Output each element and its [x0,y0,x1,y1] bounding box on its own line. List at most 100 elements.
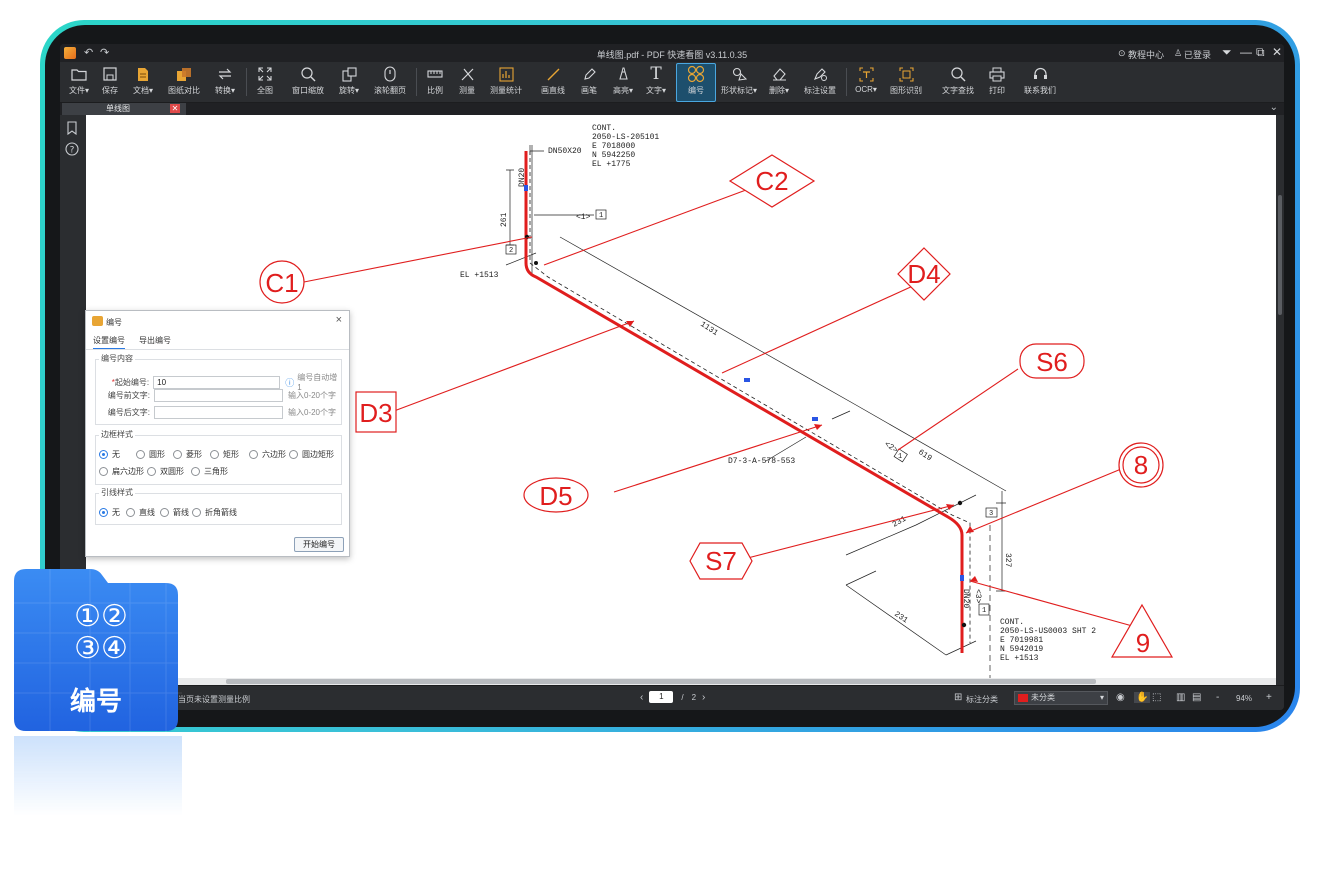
horizontal-scroll-thumb[interactable] [226,679,1096,684]
status-bar: 当页未设置测量比例 ‹ 1 / 2 › ⊞ 标注分类 未分类 ▾ ◉ ✋ ⬚ ▥… [60,685,1284,710]
callout-s6[interactable]: S6 [1019,343,1085,379]
callout-c1[interactable]: C1 [259,260,305,304]
help-center-icon[interactable]: ⊙ [1118,48,1126,59]
maximize-icon[interactable]: ⧉ [1256,45,1265,60]
tool-print[interactable]: 打印 [984,64,1010,100]
close-window-icon[interactable]: ✕ [1272,45,1282,59]
radio-border-flat-hexagon[interactable]: 扁六边形 [99,466,144,477]
dim-1131: 1131 [698,320,719,338]
tool-text-search[interactable]: 文字查找 [938,64,978,100]
start-number-input[interactable]: 10 [153,375,281,389]
tool-shape-mark[interactable]: 形状标记▾ [718,64,760,100]
tool-ocr[interactable]: OCR▾ [852,64,880,100]
tool-shape-recognition[interactable]: 图形识别 [886,64,926,100]
dialog-close-icon[interactable]: × [336,314,342,326]
tab-close-icon[interactable]: ✕ [170,104,180,113]
tool-rotate[interactable]: 旋转▾ [334,64,364,100]
zoom-out-button[interactable]: - [1216,692,1219,703]
svg-text:S6: S6 [1036,347,1068,377]
vertical-scroll-thumb[interactable] [1278,195,1282,315]
tool-text[interactable]: T 文字▾ [642,64,670,100]
tool-measure-stats[interactable]: 测量统计 [486,64,526,100]
prefix-label: 编号前文字: [107,391,150,400]
dialog-header: 编号 × [86,311,349,331]
callout-s7[interactable]: S7 [689,542,753,580]
category-select[interactable]: 未分类 ▾ [1014,691,1108,705]
badge-number-3: ③ [74,631,101,666]
text-icon: T [650,64,662,84]
toolbar-separator [416,68,417,96]
radio-border-rectangle[interactable]: 矩形 [210,449,239,460]
tab-set-numbering[interactable]: 设置编号 [93,334,125,350]
ref-3: <3> [973,589,982,604]
login-status[interactable]: 已登录 [1184,48,1211,61]
bookmark-icon[interactable] [66,121,78,135]
numbering-dialog: 编号 × 设置编号 导出编号 编号内容 *起始编号: 10 ⓘ 编号自动增1 编… [85,310,350,557]
label-el-1513: EL +1513 [460,271,499,280]
tool-file[interactable]: 文件▾ [64,64,94,100]
badge-number-1: ① [74,599,101,634]
callout-d4[interactable]: D4 [897,247,951,301]
prefix-input[interactable] [154,389,283,402]
dialog-title: 编号 [106,318,122,327]
toolbar-separator [246,68,247,96]
callout-8[interactable]: 8 [1118,442,1164,488]
radio-border-circle[interactable]: 圆形 [136,449,165,460]
minimize-icon[interactable]: — [1240,45,1252,59]
tool-pen[interactable]: 画笔 [576,64,602,100]
tool-compare[interactable]: 图纸对比 [164,64,204,100]
tool-measure[interactable]: 测量 [454,64,480,100]
callout-d3[interactable]: D3 [355,391,397,433]
select-tool-icon[interactable]: ⬚ [1152,692,1161,703]
single-page-icon[interactable]: ▥ [1176,692,1185,703]
tool-save[interactable]: 保存 [96,64,124,100]
radio-border-triangle[interactable]: 三角形 [191,466,228,477]
tool-markup-settings[interactable]: 标注设置 [800,64,840,100]
label-dn50x20: DN50X20 [548,147,582,156]
help-center-link[interactable]: 教程中心 [1128,48,1164,61]
menu-dropdown-icon[interactable]: ⏷ [1222,45,1232,60]
eye-icon[interactable]: ◉ [1116,692,1125,703]
radio-border-hexagon[interactable]: 六边形 [249,449,286,460]
tool-highlight[interactable]: 高亮▾ [608,64,638,100]
next-page-icon[interactable]: › [702,692,705,703]
radio-leader-arrow[interactable]: 箭线 [160,507,189,518]
tool-scale[interactable]: 比例 [422,64,448,100]
tab-single-line-diagram[interactable]: 单线图 ✕ [62,103,186,115]
tool-contact-us[interactable]: 联系我们 [1020,64,1060,100]
radio-border-double-circle[interactable]: 双圆形 [147,466,184,477]
radio-border-rounded-rect[interactable]: 圆边矩形 [289,449,334,460]
radio-leader-bent-arrow[interactable]: 折角箭线 [192,507,237,518]
callout-9[interactable]: 9 [1110,603,1174,658]
prev-page-icon[interactable]: ‹ [640,692,643,703]
tab-export-numbering[interactable]: 导出编号 [139,334,171,348]
zoom-in-button[interactable]: + [1266,692,1272,703]
prefix-hint: 输入0-20个字 [288,391,337,400]
tool-fit-all[interactable]: 全图 [250,64,280,100]
tool-document[interactable]: 文档▾ [128,64,158,100]
vertical-scrollbar[interactable] [1276,115,1284,685]
tool-draw-line[interactable]: 画直线 [536,64,570,100]
hand-tool-icon[interactable]: ✋ [1134,692,1151,703]
tool-delete[interactable]: 删除▾ [764,64,794,100]
suffix-input[interactable] [154,406,283,419]
start-numbering-button[interactable]: 开始编号 [294,537,344,552]
help-icon[interactable]: ? [65,142,79,156]
radio-leader-none[interactable]: 无 [99,507,120,518]
continuous-page-icon[interactable]: ▤ [1192,692,1201,703]
tab-list-chevron-icon[interactable]: ⌄ [1270,102,1278,113]
callout-c2[interactable]: C2 [728,154,816,208]
feature-badge: ①② ③④ 编号 [10,563,182,735]
radio-leader-line[interactable]: 直线 [126,507,155,518]
radio-border-diamond[interactable]: 菱形 [173,449,202,460]
callout-d5[interactable]: D5 [523,477,589,513]
horizontal-scrollbar[interactable] [86,678,1276,685]
info-icon: ⓘ [285,377,295,388]
tool-scroll-page[interactable]: 滚轮翻页 [370,64,410,100]
tool-numbering[interactable]: 编号 [676,63,716,102]
radio-border-none[interactable]: 无 [99,449,120,460]
tool-convert[interactable]: 转换▾ [210,64,240,100]
tool-zoom-window[interactable]: 窗口缩放 [288,64,328,100]
page-number-input[interactable]: 1 [649,691,674,703]
user-icon[interactable]: ♙ [1174,48,1182,59]
